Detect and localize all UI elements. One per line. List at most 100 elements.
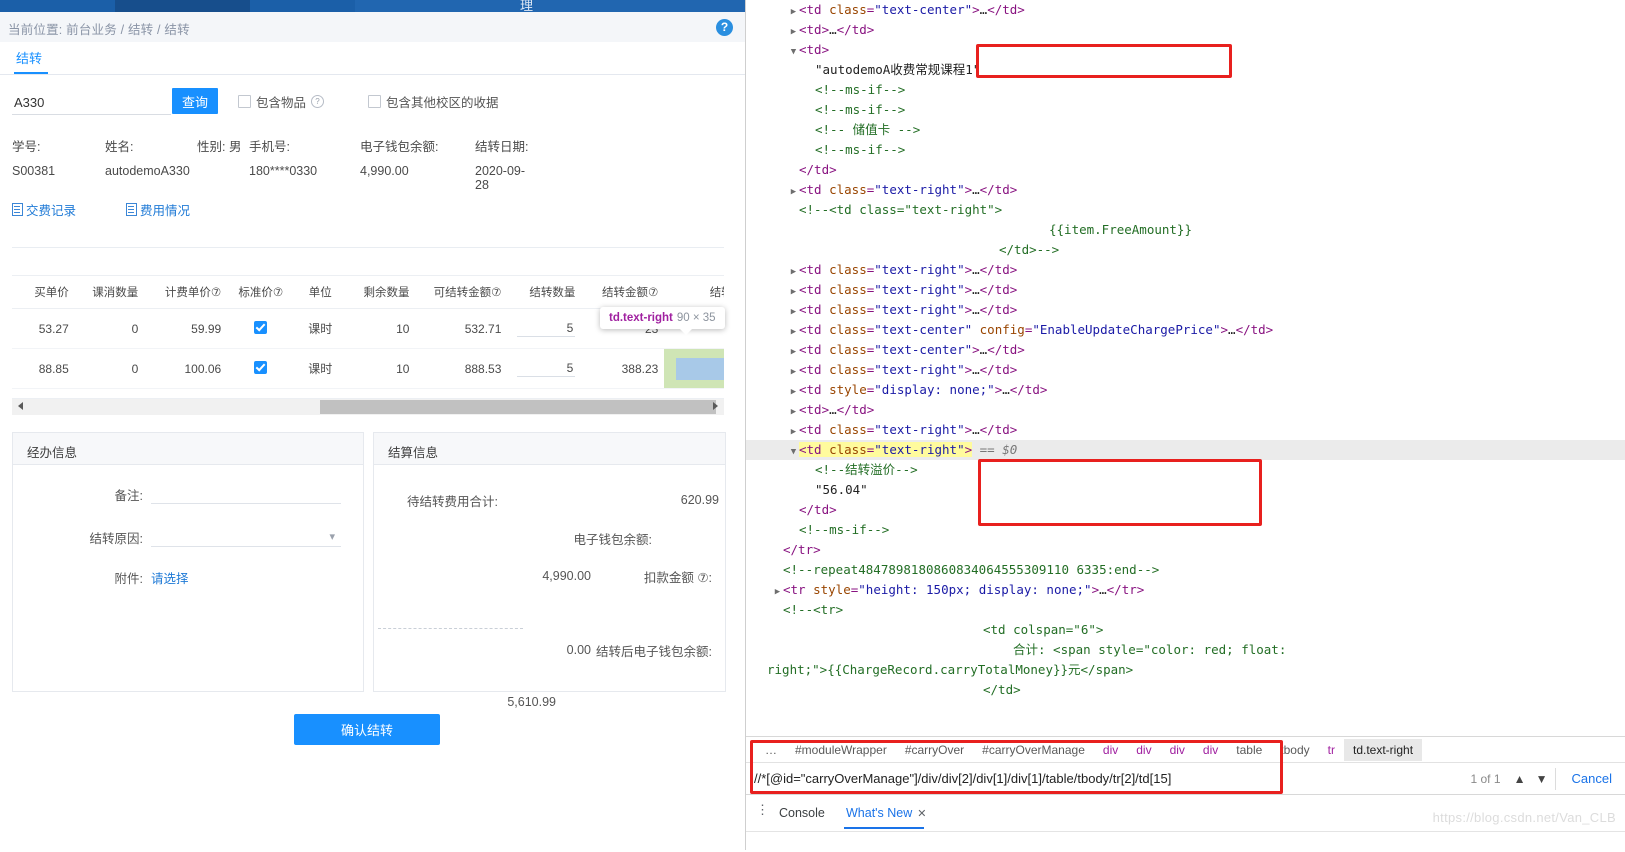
dom-tree-line[interactable]: <td> <box>746 40 1625 60</box>
expand-arrow-closed-icon[interactable] <box>772 582 783 602</box>
dom-breadcrumb-item[interactable]: #carryOver <box>896 739 973 761</box>
dom-tree-line[interactable]: <td class="text-right"> == $0 <box>746 440 1625 460</box>
dom-tree-line[interactable]: <td class="text-right">…</td> <box>746 260 1625 280</box>
expand-arrow-closed-icon[interactable] <box>788 2 799 22</box>
tab-carryover[interactable]: 结转 <box>16 48 42 74</box>
expand-arrow-closed-icon[interactable] <box>788 422 799 442</box>
dom-tree-line[interactable]: <td class="text-right">…</td> <box>746 180 1625 200</box>
help-icon[interactable]: ? <box>716 19 733 36</box>
dom-tree-line[interactable]: <td>…</td> <box>746 20 1625 40</box>
checkbox-checked-icon[interactable] <box>254 360 268 374</box>
checkbox-icon[interactable] <box>238 95 251 108</box>
dom-tree-line[interactable]: <td class="text-right">…</td> <box>746 300 1625 320</box>
dom-tree-line[interactable]: <td style="display: none;">…</td> <box>746 380 1625 400</box>
find-next-icon[interactable]: ▼ <box>1531 772 1553 786</box>
close-icon[interactable]: ✕ <box>917 808 926 820</box>
find-cancel-button[interactable]: Cancel <box>1558 771 1625 786</box>
carryover-reason-select[interactable]: ▾ <box>151 528 341 547</box>
drawer-tab-console[interactable]: Console <box>779 806 825 820</box>
dom-tree-line[interactable]: {{item.FreeAmount}} <box>746 220 1625 240</box>
dom-tree-line[interactable]: <td>…</td> <box>746 400 1625 420</box>
scroll-left-arrow-icon[interactable] <box>18 402 23 410</box>
top-nav-tab-b[interactable] <box>355 0 745 12</box>
dom-tree-line[interactable]: right;">{{ChargeRecord.carryTotalMoney}}… <box>746 660 1625 680</box>
expand-arrow-closed-icon[interactable] <box>788 302 799 322</box>
expand-arrow-closed-icon[interactable] <box>788 182 799 202</box>
remark-input[interactable] <box>151 485 341 504</box>
chevron-down-icon[interactable]: ▾ <box>329 530 335 543</box>
expand-arrow-closed-icon[interactable] <box>788 22 799 42</box>
dom-breadcrumb-item[interactable]: div <box>1127 739 1160 761</box>
dom-tree-line[interactable]: <td class="text-center">…</td> <box>746 340 1625 360</box>
dom-tree-line[interactable]: <td colspan="6"> <box>746 620 1625 640</box>
dom-breadcrumb-item[interactable]: div <box>1094 739 1127 761</box>
expand-arrow-closed-icon[interactable] <box>788 262 799 282</box>
xpath-search-input[interactable] <box>746 762 1471 795</box>
scroll-right-arrow-icon[interactable] <box>713 402 718 410</box>
expand-arrow-closed-icon[interactable] <box>788 362 799 382</box>
dom-breadcrumb-item[interactable]: #moduleWrapper <box>786 739 896 761</box>
drawer-tab-whats-new[interactable]: What's New ✕ <box>846 806 927 820</box>
dom-tree-line[interactable]: <!--ms-if--> <box>746 80 1625 100</box>
checkbox-include-other-campus[interactable]: 包含其他校区的收据 <box>368 92 499 111</box>
dom-tree-line[interactable]: 合计: <span style="color: red; float: <box>746 640 1625 660</box>
checkbox-checked-icon[interactable] <box>254 320 268 334</box>
dom-breadcrumb-item[interactable]: tbody <box>1271 739 1318 761</box>
scrollbar-thumb[interactable] <box>320 400 716 414</box>
dom-tree-line[interactable]: </td>--> <box>746 240 1625 260</box>
expand-arrow-closed-icon[interactable] <box>788 322 799 342</box>
dom-tree-line[interactable]: <!--结转溢价--> <box>746 460 1625 480</box>
query-button[interactable]: 查询 <box>172 88 218 114</box>
cell-standard-price-checkbox[interactable] <box>227 348 295 389</box>
expand-arrow-closed-icon[interactable] <box>788 402 799 422</box>
dom-tree-line[interactable]: <td class="text-right">…</td> <box>746 420 1625 440</box>
expand-arrow-closed-icon[interactable] <box>788 382 799 402</box>
confirm-carryover-button[interactable]: 确认结转 <box>294 714 440 745</box>
dom-tree-line[interactable]: <tr style="height: 150px; display: none;… <box>746 580 1625 600</box>
dom-tree-line[interactable]: <!--repeat4847898180860834064555309110 6… <box>746 560 1625 580</box>
expand-arrow-closed-icon[interactable] <box>788 282 799 302</box>
dom-tree-line[interactable]: "autodemoA收费常规课程1" <box>746 60 1625 80</box>
dom-breadcrumb-item[interactable]: table <box>1227 739 1271 761</box>
dom-tree-line[interactable]: <!--ms-if--> <box>746 520 1625 540</box>
dom-breadcrumb-trail[interactable]: … #moduleWrapper #carryOver #carryOverManag… <box>746 736 1625 762</box>
question-mark-icon[interactable]: ? <box>311 95 325 108</box>
dom-breadcrumb-item[interactable]: … <box>756 739 786 761</box>
dom-tree-line[interactable]: <!-- 储值卡 --> <box>746 120 1625 140</box>
carry-qty-input[interactable] <box>517 320 576 337</box>
top-nav-tab-a[interactable] <box>115 0 250 12</box>
dom-tree-line[interactable]: <!--<tr> <box>746 600 1625 620</box>
dom-tree-line[interactable]: <td class="text-center">…</td> <box>746 0 1625 20</box>
dom-tree-line[interactable]: <td class="text-center" config="EnableUp… <box>746 320 1625 340</box>
dom-tree-line[interactable]: <!--ms-if--> <box>746 140 1625 160</box>
dom-tree-line[interactable]: </td> <box>746 500 1625 520</box>
search-input[interactable] <box>12 90 171 115</box>
dom-tree-line[interactable]: <!--ms-if--> <box>746 100 1625 120</box>
expand-arrow-open-icon[interactable] <box>788 42 799 62</box>
carry-qty-input[interactable] <box>517 360 576 377</box>
cell-carry-premium-highlighted[interactable]: 56.04 <box>664 348 724 389</box>
dom-breadcrumb-item[interactable]: tr <box>1319 739 1344 761</box>
find-prev-icon[interactable]: ▲ <box>1509 772 1531 786</box>
dom-tree-line[interactable]: <td class="text-right">…</td> <box>746 280 1625 300</box>
dom-tree-line[interactable]: </td> <box>746 160 1625 180</box>
dom-tree-line[interactable]: </tr> <box>746 540 1625 560</box>
expand-arrow-closed-icon[interactable] <box>788 342 799 362</box>
dom-breadcrumb-item[interactable]: div <box>1161 739 1194 761</box>
dom-tree[interactable]: <td class="text-center">…</td> <td>…</td>… <box>746 0 1625 736</box>
dom-breadcrumb-item[interactable]: div <box>1194 739 1227 761</box>
drawer-menu-icon[interactable]: ⋮ <box>756 803 769 816</box>
dom-breadcrumb-item[interactable]: td.text-right <box>1344 738 1423 761</box>
checkbox-icon[interactable] <box>368 95 381 108</box>
dom-breadcrumb-item[interactable]: #carryOverManage <box>973 739 1094 761</box>
dom-tree-line[interactable]: <td class="text-right">…</td> <box>746 360 1625 380</box>
cell-carry-qty[interactable] <box>507 348 582 389</box>
link-fee-status[interactable]: 费用情况 <box>126 200 190 219</box>
attachment-select-link[interactable]: 请选择 <box>151 568 189 587</box>
link-payment-records[interactable]: 交费记录 <box>12 200 76 219</box>
dom-tree-line[interactable]: "56.04" <box>746 480 1625 500</box>
table-horizontal-scrollbar[interactable] <box>12 399 724 415</box>
dom-tree-line[interactable]: <!--<td class="text-right"> <box>746 200 1625 220</box>
cell-carry-qty[interactable] <box>507 308 582 349</box>
expand-arrow-open-icon[interactable] <box>788 442 799 462</box>
